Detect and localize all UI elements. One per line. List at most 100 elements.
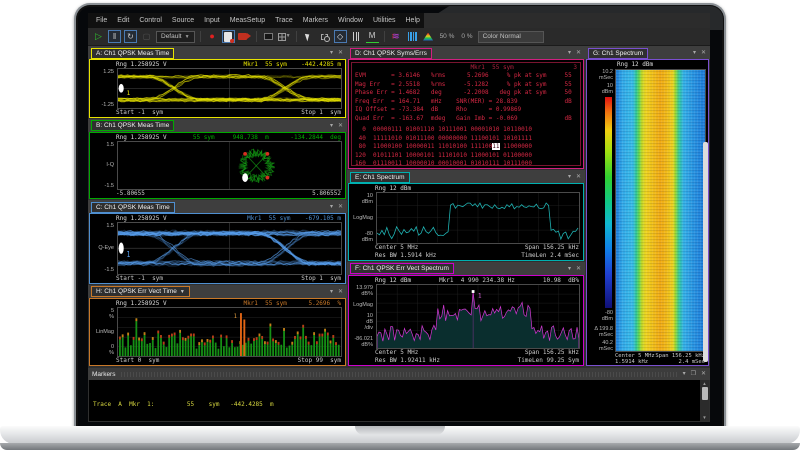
markers-titlebar[interactable]: Markers ▾ ❐ ✕ (88, 368, 710, 380)
window-a-eye-diagram[interactable]: 1 (117, 68, 342, 109)
window-e-titlebar[interactable]: E: Ch1 Spectrum ▾ ✕ (347, 170, 585, 183)
chevron-down-icon[interactable]: ▼ (180, 289, 185, 295)
window-g-close-button[interactable]: ✕ (701, 50, 706, 56)
menu-input[interactable]: Input (204, 17, 220, 24)
window-b-qpsk-constellation: B: Ch1 QPSK Meas Time ▾✕ Rng 1.258925 V5… (88, 119, 347, 201)
window-b-titlebar[interactable]: B: Ch1 QPSK Meas Time ▾ ✕ (88, 119, 347, 132)
window-f-title[interactable]: F: Ch1 QPSK Err Vect Spectrum (350, 263, 454, 274)
menu-help[interactable]: Help (406, 17, 420, 24)
recording-player-icon[interactable] (238, 30, 251, 43)
transparency-percent[interactable]: 50 % (438, 33, 457, 40)
window-c-titlebar[interactable]: C: Ch1 QPSK Meas Time ▾ ✕ (88, 200, 347, 213)
restart-icon[interactable]: ↻ (124, 30, 137, 43)
window-a-title[interactable]: A: Ch1 QPSK Meas Time (91, 48, 174, 59)
window-a-titlebar[interactable]: A: Ch1 QPSK Meas Time ▾ ✕ (88, 46, 347, 59)
prism-icon (423, 33, 433, 41)
window-f-minimize-button[interactable]: ▾ (568, 266, 571, 272)
preset-dropdown[interactable]: Default▼ (156, 31, 195, 43)
camera-icon (238, 33, 247, 40)
color-prism-icon[interactable] (422, 30, 435, 43)
window-h-x-axis: Start 0 symStop 99 sym (90, 357, 345, 365)
measurement-setup-icon[interactable] (222, 30, 235, 43)
window-f-titlebar[interactable]: F: Ch1 QPSK Err Vect Spectrum ▾ ✕ (347, 262, 585, 275)
scroll-up-icon[interactable]: ▲ (702, 381, 706, 386)
marker-table-icon[interactable]: M (366, 30, 379, 43)
window-layout-icon[interactable]: ▼ (278, 30, 291, 43)
window-h-titlebar[interactable]: H: Ch1 QPSK Err Vect Time▼ ▾ ✕ (88, 285, 347, 298)
markers-float-button[interactable]: ❐ (691, 371, 696, 377)
marker-row-trace-a[interactable]: Trace A Mkr 1: 55 sym -442.4285 m (93, 400, 696, 410)
window-d-minimize-button[interactable]: ▾ (568, 50, 571, 56)
window-f-title-label: F: Ch1 QPSK Err Vect Spectrum (355, 265, 449, 272)
marker-tool-icon[interactable]: ◇ (334, 30, 347, 43)
markers-scrollbar[interactable]: ▲ ▼ (700, 380, 709, 421)
lasso-select-icon[interactable]: ▢ (140, 30, 153, 43)
window-e-close-button[interactable]: ✕ (576, 174, 581, 180)
menu-trace[interactable]: Trace (275, 17, 293, 24)
play-icon[interactable]: ▷ (92, 30, 105, 43)
color-mode-dropdown[interactable]: Color Normal (478, 31, 544, 43)
window-c-eye-diagram[interactable]: 1 (117, 222, 342, 274)
scrollbar-thumb[interactable] (702, 387, 708, 400)
window-d-close-button[interactable]: ✕ (576, 50, 581, 56)
scroll-down-icon[interactable]: ▼ (702, 415, 706, 420)
window-a-minimize-button[interactable]: ▾ (330, 50, 333, 56)
window-e-spectrum-plot[interactable] (376, 192, 580, 243)
menu-meassetup[interactable]: MeasSetup (230, 17, 265, 24)
window-f-close-button[interactable]: ✕ (576, 266, 581, 272)
offset-percent[interactable]: 0 % (459, 33, 474, 40)
window-h-error-bars-plot[interactable]: 1 (117, 307, 342, 357)
window-c-marker-readout: Mkr1 55 sym -679.105 m (247, 215, 341, 222)
window-b-minimize-button[interactable]: ▾ (330, 123, 333, 129)
window-h-y-axis: 5% LinMag 0% (93, 307, 117, 357)
window-g-scrollbar[interactable] (703, 142, 708, 362)
window-d-title[interactable]: D: Ch1 QPSK Syms/Errs (350, 48, 432, 59)
zoom-select-icon[interactable] (318, 30, 331, 43)
window-b-range-readout: Rng 1.258925 V (116, 134, 167, 141)
window-e-range-readout: Rng 12 dBm (375, 185, 411, 192)
pause-icon[interactable]: ‖ (108, 30, 121, 43)
window-e-minimize-button[interactable]: ▾ (568, 174, 571, 180)
svg-text:1: 1 (478, 292, 482, 299)
window-a-y-axis: 1.25-1.25 (93, 68, 117, 109)
single-window-icon[interactable] (262, 30, 275, 43)
window-f-err-vect-spectrum-plot[interactable]: 1 (376, 284, 580, 349)
window-c-minimize-button[interactable]: ▾ (330, 204, 333, 210)
band-power-icon[interactable] (350, 30, 363, 43)
window-g-spectrogram-plot[interactable] (615, 69, 706, 352)
menu-source[interactable]: Source (172, 17, 194, 24)
menu-utilities[interactable]: Utilities (373, 17, 396, 24)
menu-markers[interactable]: Markers (303, 17, 328, 24)
menu-file[interactable]: File (96, 17, 107, 24)
pointer-tool-icon[interactable] (302, 30, 315, 43)
markers-drag-grip[interactable] (121, 372, 676, 377)
window-e-title[interactable]: E: Ch1 Spectrum (350, 172, 410, 183)
markers-minimize-button[interactable]: ▾ (683, 371, 686, 377)
window-g-title[interactable]: G: Ch1 Spectrum (588, 48, 648, 59)
comb-display-icon[interactable] (406, 30, 419, 43)
menu-control[interactable]: Control (139, 17, 162, 24)
window-e-y-axis: 10dBm LogMag -80dBm (352, 192, 376, 243)
window-b-title[interactable]: B: Ch1 QPSK Meas Time (91, 120, 174, 131)
menu-edit[interactable]: Edit (117, 17, 129, 24)
menu-bar: File Edit Control Source Input MeasSetup… (88, 13, 710, 28)
window-h-title[interactable]: H: Ch1 QPSK Err Vect Time▼ (91, 286, 190, 297)
menu-window[interactable]: Window (338, 17, 363, 24)
window-d-titlebar[interactable]: D: Ch1 QPSK Syms/Errs ▾ ✕ (347, 46, 585, 59)
record-icon[interactable]: ● (206, 30, 219, 43)
window-h-close-button[interactable]: ✕ (338, 289, 343, 295)
window-g-titlebar[interactable]: G: Ch1 Spectrum ▾ ✕ (585, 46, 710, 59)
markers-title: Markers (92, 371, 115, 378)
markers-close-button[interactable]: ✕ (701, 371, 706, 377)
window-g-minimize-button[interactable]: ▾ (693, 50, 696, 56)
window-a-close-button[interactable]: ✕ (338, 50, 343, 56)
window-h-minimize-button[interactable]: ▾ (330, 289, 333, 295)
window-c-title[interactable]: C: Ch1 QPSK Meas Time (91, 202, 175, 213)
vsa-application-window: File Edit Control Source Input MeasSetup… (88, 13, 710, 422)
spectrogram-icon[interactable]: ≋ (390, 30, 403, 43)
page-background: File Edit Control Source Input MeasSetup… (0, 0, 800, 450)
window-c-close-button[interactable]: ✕ (338, 204, 343, 210)
window-d-symbol-table[interactable]: Mkr1 55 sym3 EVM = 3.6146 %rms 5.2696 % … (351, 62, 581, 166)
window-b-close-button[interactable]: ✕ (338, 123, 343, 129)
window-b-constellation-plot[interactable] (117, 141, 342, 191)
